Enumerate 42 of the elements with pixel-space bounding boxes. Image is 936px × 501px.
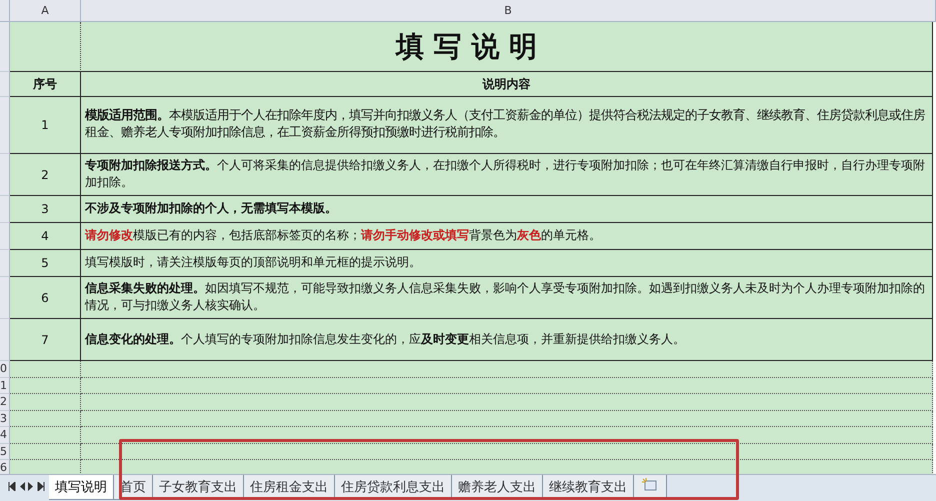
instruction-text: 请勿修改模版已有的内容，包括底部标签页的名称；请勿手动修改或填写背景色为灰色的单元格。 [81, 223, 933, 250]
row-header[interactable] [0, 223, 10, 250]
row-header[interactable] [0, 97, 10, 154]
row-header[interactable]: 2 [0, 394, 10, 410]
row-header[interactable]: 0 [0, 361, 10, 378]
row-header[interactable]: 4 [0, 427, 10, 444]
instruction-text: 模版适用范围。本模版适用于个人在扣除年度内，填写并向扣缴义务人（支付工资薪金的单位）提供符合税法规定的子女教育、继续教育、住房贷款利息或住房租金、赡养老人专项附加扣除信息，在工资薪金所得预扣预缴时进行税前扣除。 [81, 97, 933, 154]
row-header[interactable] [0, 319, 10, 361]
column-header[interactable]: A [10, 0, 81, 22]
row-header[interactable] [0, 196, 10, 223]
last-sheet-icon[interactable] [37, 482, 45, 490]
column-header[interactable]: B [81, 0, 936, 22]
new-sheet-icon[interactable] [642, 478, 658, 491]
row-header[interactable]: 1 [0, 378, 10, 394]
first-sheet-icon[interactable] [8, 482, 16, 490]
row-header[interactable] [0, 154, 10, 196]
sheet-title: 填 写 说 明 [81, 22, 933, 72]
row-header[interactable] [0, 277, 10, 319]
row-number: 2 [10, 154, 81, 196]
next-sheet-icon[interactable] [28, 482, 34, 490]
row-header[interactable] [0, 250, 10, 277]
table-cell [10, 22, 81, 72]
instruction-text: 专项附加扣除报送方式。个人可将采集的信息提供给扣缴义务人，在扣缴个人所得税时，进行专项附加扣除；也可在年终汇算清缴自行申报时，自行办理专项附加扣除。 [81, 154, 933, 196]
row-header[interactable] [0, 22, 10, 72]
row-number: 5 [10, 250, 81, 277]
instruction-text: 信息变化的处理。个人填写的专项附加扣除信息发生变化的，应及时变更相关信息项，并重新提供给扣缴义务人。 [81, 319, 933, 361]
instruction-text: 不涉及专项附加扣除的个人，无需填写本模版。 [81, 196, 933, 223]
row-number: 7 [10, 319, 81, 361]
row-number: 3 [10, 196, 81, 223]
row-header[interactable]: 5 [0, 444, 10, 460]
column-heading: 序号 [10, 72, 81, 97]
select-all-corner[interactable] [0, 0, 10, 22]
instruction-text: 填写模版时，请关注模版每页的顶部说明和单元框的提示说明。 [81, 250, 933, 277]
row-header[interactable] [0, 72, 10, 97]
row-number: 1 [10, 97, 81, 154]
row-header[interactable]: 3 [0, 410, 10, 427]
column-heading: 说明内容 [81, 72, 933, 97]
sheet-tab[interactable]: 填写说明 [49, 475, 114, 500]
previous-sheet-icon[interactable] [19, 482, 25, 490]
row-number: 6 [10, 277, 81, 319]
instruction-text: 信息采集失败的处理。如因填写不规范，可能导致扣缴义务人信息采集失败，影响个人享受专项附加扣除。如遇到扣缴义务人未及时为个人办理专项附加扣除的情况，可与扣缴义务人核实确认。 [81, 277, 933, 319]
row-number: 4 [10, 223, 81, 250]
